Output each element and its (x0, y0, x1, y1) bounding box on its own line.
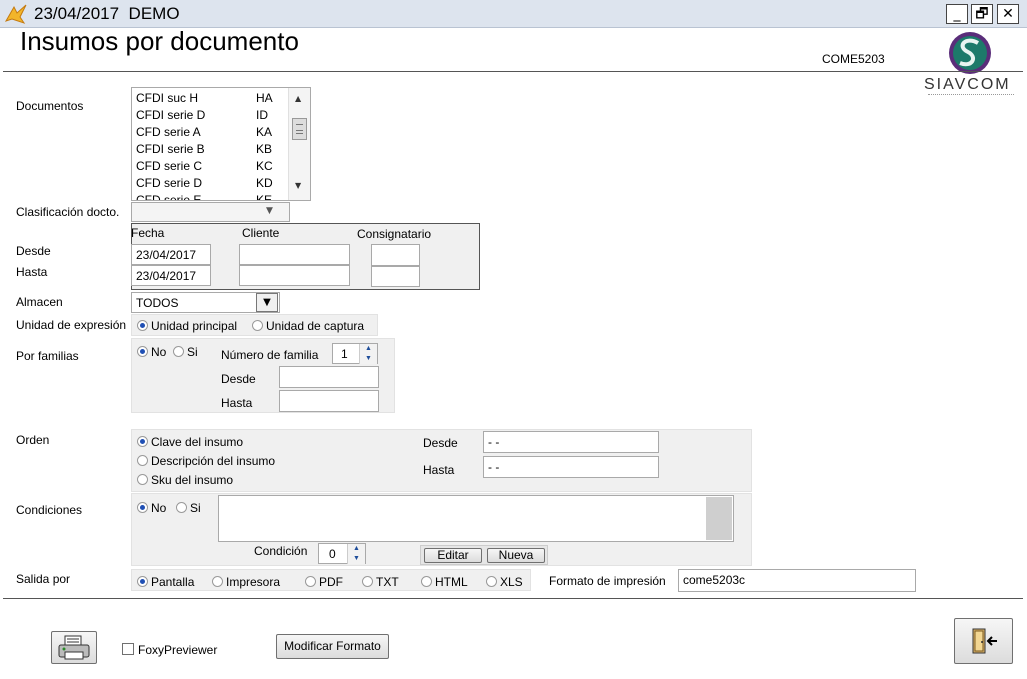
consignatario-desde-input[interactable] (371, 244, 420, 266)
orden-hasta-label: Hasta (423, 463, 455, 477)
clasificacion-label: Clasificación docto. (16, 205, 120, 219)
scroll-up-icon[interactable]: ▲ (295, 94, 301, 103)
spin-down-icon[interactable]: ▼ (359, 354, 377, 364)
nueva-button[interactable]: Nueva (487, 548, 545, 563)
condiciones-scrollbar[interactable] (706, 497, 732, 540)
orden-desde-label: Desde (423, 436, 458, 450)
printer-icon (58, 635, 90, 660)
scroll-down-icon[interactable]: ▼ (295, 181, 301, 190)
col-cliente: Cliente (242, 226, 280, 240)
restore-button[interactable]: 🗗 (971, 4, 993, 24)
orden-clave-radio[interactable]: Clave del insumo (137, 435, 243, 449)
salida-pantalla-radio[interactable]: Pantalla (137, 575, 194, 589)
siavcom-logo (949, 32, 991, 74)
form-code: COME5203 (822, 52, 885, 66)
print-button[interactable] (51, 631, 97, 664)
orden-sku-radio[interactable]: Sku del insumo (137, 473, 233, 487)
salida-impresora-radio[interactable]: Impresora (212, 575, 280, 589)
familia-hasta-input[interactable] (279, 390, 379, 412)
unidad-principal-radio[interactable]: Unidad principal (137, 319, 237, 333)
footer-divider (3, 598, 1023, 599)
window-title: 23/04/2017 DEMO (34, 4, 180, 24)
almacen-label: Almacen (16, 295, 63, 309)
spin-down-icon[interactable]: ▼ (347, 554, 365, 564)
salida-xls-radio[interactable]: XLS (486, 575, 523, 589)
familias-si-radio[interactable]: Si (173, 345, 198, 359)
list-item[interactable]: CFDI serie B KB (136, 142, 272, 156)
title-date: 23/04/2017 (34, 4, 120, 23)
header-divider (3, 71, 1023, 72)
cliente-desde-input[interactable] (239, 244, 350, 265)
hasta-label: Hasta (16, 265, 48, 279)
orden-desde-input[interactable]: - - (483, 431, 659, 453)
condiciones-si-radio[interactable]: Si (176, 501, 201, 515)
condicion-label: Condición (254, 544, 308, 558)
list-item[interactable]: CFD serie E KE (136, 193, 272, 200)
foxypreviewer-checkbox[interactable] (122, 643, 134, 655)
salida-label: Salida por (16, 572, 71, 586)
page-title: Insumos por documento (20, 26, 299, 56)
spin-up-icon[interactable]: ▲ (347, 544, 365, 554)
list-item[interactable]: CFD serie D KD (136, 176, 273, 190)
col-consignatario: Consignatario (357, 227, 432, 241)
orden-hasta-input[interactable]: - - (483, 456, 659, 478)
condiciones-label: Condiciones (16, 503, 83, 517)
cliente-hasta-input[interactable] (239, 265, 350, 286)
close-button[interactable]: ✕ (997, 4, 1019, 24)
numero-familia-stepper[interactable]: 1 ▲ ▼ (332, 343, 378, 364)
modificar-formato-button[interactable]: Modificar Formato (276, 634, 389, 659)
list-item[interactable]: CFD serie C KC (136, 159, 273, 173)
chevron-down-icon[interactable]: ▼ (266, 206, 273, 216)
familias-no-radio[interactable]: No (137, 345, 166, 359)
salida-txt-radio[interactable]: TXT (362, 575, 399, 589)
scroll-thumb[interactable] (292, 118, 307, 140)
app-icon (4, 4, 27, 24)
list-item[interactable]: CFDI suc H HA (136, 91, 273, 105)
orden-descripcion-radio[interactable]: Descripción del insumo (137, 454, 275, 468)
condiciones-textarea[interactable] (218, 495, 734, 542)
minimize-button[interactable]: _ (946, 4, 968, 24)
numero-familia-label: Número de familia (221, 348, 319, 362)
logo-underline (928, 94, 1014, 95)
spin-up-icon[interactable]: ▲ (359, 344, 377, 354)
documentos-listbox[interactable]: CFDI suc H HA CFDI serie D ID CFD serie AK… (131, 87, 311, 201)
consignatario-hasta-input[interactable] (371, 266, 420, 287)
condiciones-no-radio[interactable]: No (137, 501, 166, 515)
list-item[interactable]: CFD serie A KA (136, 125, 272, 139)
orden-label: Orden (16, 433, 50, 447)
formato-label: Formato de impresión (549, 574, 666, 588)
list-item[interactable]: CFDI serie D ID (136, 108, 268, 122)
salida-pdf-radio[interactable]: PDF (305, 575, 343, 589)
title-mode: DEMO (128, 4, 180, 23)
fecha-hasta-input[interactable]: 23/04/2017 (131, 265, 211, 286)
familia-hasta-label: Hasta (221, 396, 253, 410)
fecha-desde-input[interactable]: 23/04/2017 (131, 244, 211, 265)
familias-label: Por familias (16, 349, 79, 363)
familia-desde-label: Desde (221, 372, 256, 386)
unidad-label: Unidad de expresión (16, 318, 127, 332)
logo-text: SIAVCOM (924, 76, 1011, 93)
editar-button[interactable]: Editar (424, 548, 482, 563)
formato-input[interactable]: come5203c (678, 569, 916, 592)
salida-html-radio[interactable]: HTML (421, 575, 468, 589)
exit-button[interactable] (954, 618, 1013, 664)
col-fecha: Fecha (131, 226, 165, 240)
foxypreviewer-label: FoxyPreviewer (138, 643, 218, 657)
exit-door-icon (972, 628, 997, 654)
chevron-down-icon[interactable]: ▼ (256, 293, 278, 312)
familia-desde-input[interactable] (279, 366, 379, 388)
desde-label: Desde (16, 244, 51, 258)
condicion-stepper[interactable]: 0 ▲ ▼ (318, 543, 366, 564)
documentos-scrollbar[interactable]: ▲ ▼ (288, 88, 310, 200)
documentos-label: Documentos (16, 99, 84, 113)
unidad-captura-radio[interactable]: Unidad de captura (252, 319, 364, 333)
